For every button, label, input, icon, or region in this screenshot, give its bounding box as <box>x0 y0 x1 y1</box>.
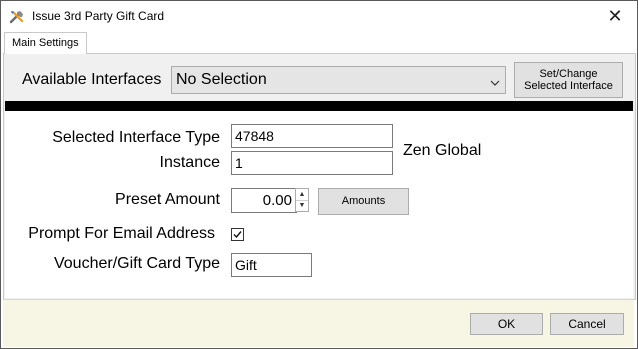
window-title: Issue 3rd Party Gift Card <box>32 9 165 23</box>
checkmark-icon <box>233 231 242 239</box>
chevron-down-icon <box>490 75 500 86</box>
selected-interface-type-field[interactable]: 47848 <box>231 124 393 148</box>
preset-amount-field[interactable]: 0.00 <box>231 188 297 213</box>
button-footer: OK Cancel <box>3 299 634 347</box>
separator-bar <box>5 101 633 111</box>
instance-field[interactable]: 1 <box>231 151 393 175</box>
instance-label: Instance <box>159 154 220 171</box>
set-change-interface-button[interactable]: Set/Change Selected Interface <box>514 62 623 98</box>
dialog-window: Issue 3rd Party Gift Card ✕ Main Setting… <box>0 0 638 349</box>
set-change-interface-label: Set/Change Selected Interface <box>524 68 613 92</box>
tab-main-settings[interactable]: Main Settings <box>4 32 87 54</box>
prompt-email-label: Prompt For Email Address <box>28 225 215 242</box>
selected-interface-type-label: Selected Interface Type <box>52 129 220 146</box>
cancel-button[interactable]: Cancel <box>550 313 624 335</box>
interface-select[interactable]: No Selection <box>171 66 506 94</box>
preset-amount-label: Preset Amount <box>115 191 220 208</box>
interface-name-text: Zen Global <box>403 142 482 159</box>
close-icon[interactable]: ✕ <box>603 4 627 28</box>
spin-down-icon[interactable]: ▼ <box>296 200 308 211</box>
prompt-email-checkbox[interactable] <box>231 228 244 241</box>
amounts-button[interactable]: Amounts <box>318 188 409 215</box>
preset-amount-stepper[interactable]: ▲ ▼ <box>295 188 309 212</box>
tools-icon <box>9 9 25 25</box>
voucher-type-label: Voucher/Gift Card Type <box>53 255 220 272</box>
available-interfaces-label: Available Interfaces <box>22 71 162 88</box>
title-bar: Issue 3rd Party Gift Card ✕ <box>1 1 637 32</box>
voucher-type-field[interactable]: Gift <box>231 253 312 277</box>
ok-button[interactable]: OK <box>470 313 543 335</box>
interface-select-value: No Selection <box>176 71 267 88</box>
